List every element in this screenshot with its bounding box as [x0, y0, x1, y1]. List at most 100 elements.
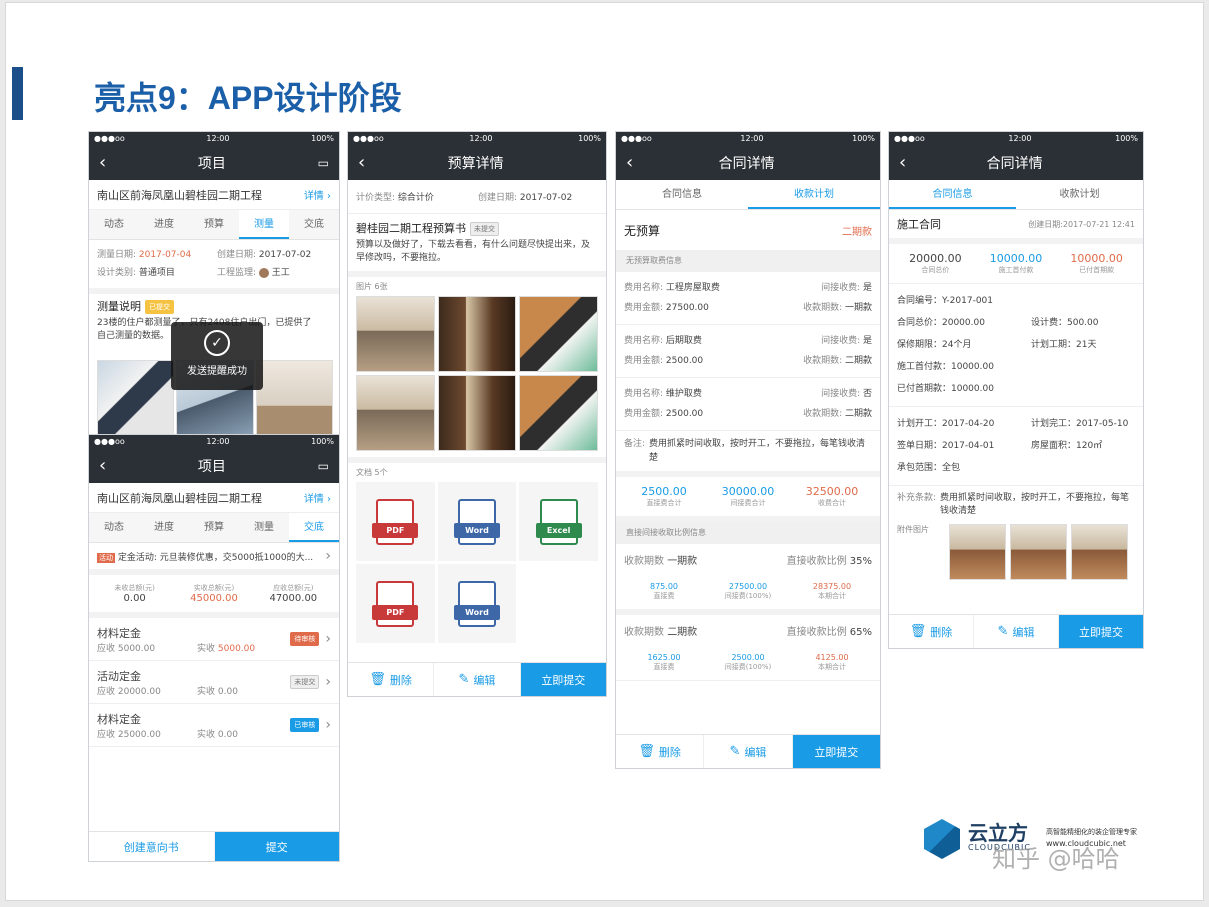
message-icon[interactable]: ▭	[318, 459, 329, 473]
submit-button[interactable]: 提交	[214, 832, 339, 861]
promo-row[interactable]: 活动 定金活动: 元旦装修优惠，交5000抵1000的大... ›	[89, 543, 339, 575]
section-header: 无预算取费信息	[616, 250, 880, 272]
back-icon[interactable]: ‹	[99, 153, 106, 172]
tab-contract-info[interactable]: 合同信息	[889, 180, 1016, 209]
create-intent-button[interactable]: 创建意向书	[89, 832, 215, 861]
list-item[interactable]: 活动定金 应收 20000.00 实收 0.00 未提交 ›	[89, 661, 339, 704]
tab-bar: 合同信息 收款计划	[616, 180, 880, 210]
chevron-right-icon: ›	[325, 717, 331, 733]
pictures-label: 图片 6张	[356, 282, 388, 291]
tab-contract-info[interactable]: 合同信息	[616, 180, 748, 209]
avatar	[258, 267, 269, 278]
measure-info: 测量日期: 2017-07-04 创建日期: 2017-07-02 设计类别: 普…	[89, 240, 339, 294]
pdf-icon: PDF	[372, 498, 419, 545]
attachment-photo[interactable]	[1071, 524, 1128, 580]
nav-bar: ‹ 合同详情	[616, 145, 880, 180]
photo-measure-3[interactable]	[255, 360, 333, 435]
back-icon[interactable]: ‹	[99, 456, 106, 475]
list-item[interactable]: 材料定金 应收 5000.00 实收 5000.00 待审核 ›	[89, 618, 339, 661]
promo-tag: 活动	[97, 552, 115, 563]
tab-budget[interactable]: 预算	[189, 210, 239, 239]
nav-title: 预算详情	[447, 155, 504, 172]
pdf-file[interactable]: PDF	[356, 482, 435, 561]
excel-file[interactable]: Excel	[519, 482, 598, 561]
word-icon: Word	[453, 580, 500, 627]
attachment-photo[interactable]	[1010, 524, 1067, 580]
status-bar: ●●●oo 12:00 100%	[89, 435, 339, 448]
status-bar: ●●●oo 12:00 100%	[348, 132, 606, 145]
tab-payment-plan[interactable]: 收款计划	[748, 180, 880, 209]
back-icon[interactable]: ‹	[358, 153, 365, 172]
back-icon[interactable]: ‹	[899, 153, 906, 172]
detail-link[interactable]: 详情 ›	[304, 187, 331, 202]
phone-budget-detail: ●●●oo 12:00 100% ‹ 预算详情 计价类型: 综合计价 创建日期: 2…	[347, 131, 607, 697]
status-badge: 待审核	[290, 632, 320, 646]
submit-button[interactable]: 立即提交	[792, 735, 880, 768]
tab-bar: 动态 进度 预算 测量 交底	[89, 513, 339, 543]
tab-payment-plan[interactable]: 收款计划	[1016, 180, 1143, 209]
attachments: 附件图片	[889, 524, 1143, 580]
phone-project-deposit: ●●●oo 12:00 100% ‹ 项目 ▭ 南山区前海凤凰山碧桂园二期工程 详情…	[88, 434, 340, 862]
word-file[interactable]: Word	[437, 564, 517, 643]
phone-contract-info: ●●●oo 12:00 100% ‹ 合同详情 合同信息 收款计划 施工合同 创建日…	[888, 131, 1144, 649]
nav-bar: ‹ 合同详情	[889, 145, 1143, 180]
fee-list: 费用名称: 工程房屋取费 间接收费: 是 费用金额: 27500.00 收款期数: …	[616, 272, 880, 477]
tab-measure[interactable]: 测量	[239, 513, 289, 542]
delete-button[interactable]: 🗑 删除	[889, 615, 974, 648]
delete-button[interactable]: 🗑 删除	[616, 735, 705, 768]
delete-button[interactable]: 🗑 删除	[348, 663, 435, 696]
detail-link[interactable]: 详情 ›	[304, 490, 331, 505]
photo-study-room[interactable]	[437, 375, 517, 451]
tab-bar: 动态 进度 预算 测量 交底	[89, 210, 339, 240]
tab-budget[interactable]: 预算	[189, 513, 239, 542]
back-icon[interactable]: ‹	[626, 153, 633, 172]
tab-progress[interactable]: 进度	[139, 210, 189, 239]
list-item[interactable]: 材料定金 应收 25000.00 实收 0.00 已审核 ›	[89, 704, 339, 747]
photo-living-room[interactable]	[356, 296, 435, 372]
watermark: 知乎 @哈哈	[992, 845, 1120, 873]
word-icon: Word	[453, 498, 500, 545]
photo-measure-1[interactable]	[97, 360, 175, 435]
schedule-fields: 计划开工：2017-04-20 计划完工：2017-05-10 签单日期：2017…	[889, 407, 1143, 486]
deposit-list: 材料定金 应收 5000.00 实收 5000.00 待审核 › 活动定金 应收 200…	[89, 618, 339, 747]
tab-measure[interactable]: 测量	[239, 210, 289, 239]
photo-business-card[interactable]	[519, 296, 598, 372]
tab-feed[interactable]: 动态	[89, 513, 139, 542]
toast: ✓ 发送提醒成功	[171, 322, 263, 390]
totals: 未收总额(元) 0.00 实收总额(元) 45000.00 应收总额(元) 47000…	[89, 575, 339, 618]
pdf-file[interactable]: PDF	[356, 564, 435, 643]
message-icon[interactable]: ▭	[318, 156, 329, 170]
contract-summary: 20000.00 合同总价 10000.00 施工首付款 10000.00 已付首期款	[889, 244, 1143, 284]
attachment-photo[interactable]	[949, 524, 1006, 580]
trash-icon: 🗑	[909, 624, 927, 639]
list-item: 费用名称: 维护取费 间接收费: 否 费用金额: 2500.00 收款期数: 二期款	[616, 378, 880, 431]
nav-title: 项目	[197, 458, 226, 475]
tab-progress[interactable]: 进度	[139, 513, 189, 542]
edit-button[interactable]: ✎ 编辑	[704, 735, 793, 768]
slide: 亮点9：APP设计阶段 ●●●oo 12:00 100% ‹ 项目 ▭ 南山区前海凤…	[5, 2, 1204, 901]
photo-study-room[interactable]	[437, 296, 517, 372]
trash-icon: 🗑	[369, 672, 386, 687]
edit-button[interactable]: ✎ 编辑	[974, 615, 1059, 648]
check-circle-icon: ✓	[204, 330, 230, 356]
status-bar: ●●●oo 12:00 100%	[616, 132, 880, 145]
status-bar: ●●●oo 12:00 100%	[889, 132, 1143, 145]
nav-bar: ‹ 项目 ▭	[89, 448, 339, 483]
tab-handover[interactable]: 交底	[289, 513, 339, 542]
submit-button[interactable]: 立即提交	[1059, 615, 1143, 648]
photo-business-card[interactable]	[519, 375, 598, 451]
tab-handover[interactable]: 交底	[289, 210, 339, 239]
excel-icon: Excel	[535, 498, 582, 545]
tab-feed[interactable]: 动态	[89, 210, 139, 239]
section-header: 直接间接收取比例信息	[616, 522, 880, 544]
nav-title: 合同详情	[986, 155, 1043, 172]
submit-button[interactable]: 立即提交	[520, 663, 606, 696]
phone-contract-payment-plan: ●●●oo 12:00 100% ‹ 合同详情 合同信息 收款计划 无预算 二期款 …	[615, 131, 881, 769]
photo-living-room[interactable]	[356, 375, 435, 451]
budget-section: 碧桂园二期工程预算书 未提交 预算以及做好了，下载去看看，有什么问题尽快提出来，及…	[348, 214, 606, 277]
edit-button[interactable]: ✎ 编辑	[434, 663, 521, 696]
word-file[interactable]: Word	[437, 482, 517, 561]
project-header: 南山区前海凤凰山碧桂园二期工程 详情 ›	[89, 180, 339, 210]
title-accent-bar	[12, 67, 23, 120]
doc-grid: PDF Word Excel PDF Word	[348, 482, 606, 643]
